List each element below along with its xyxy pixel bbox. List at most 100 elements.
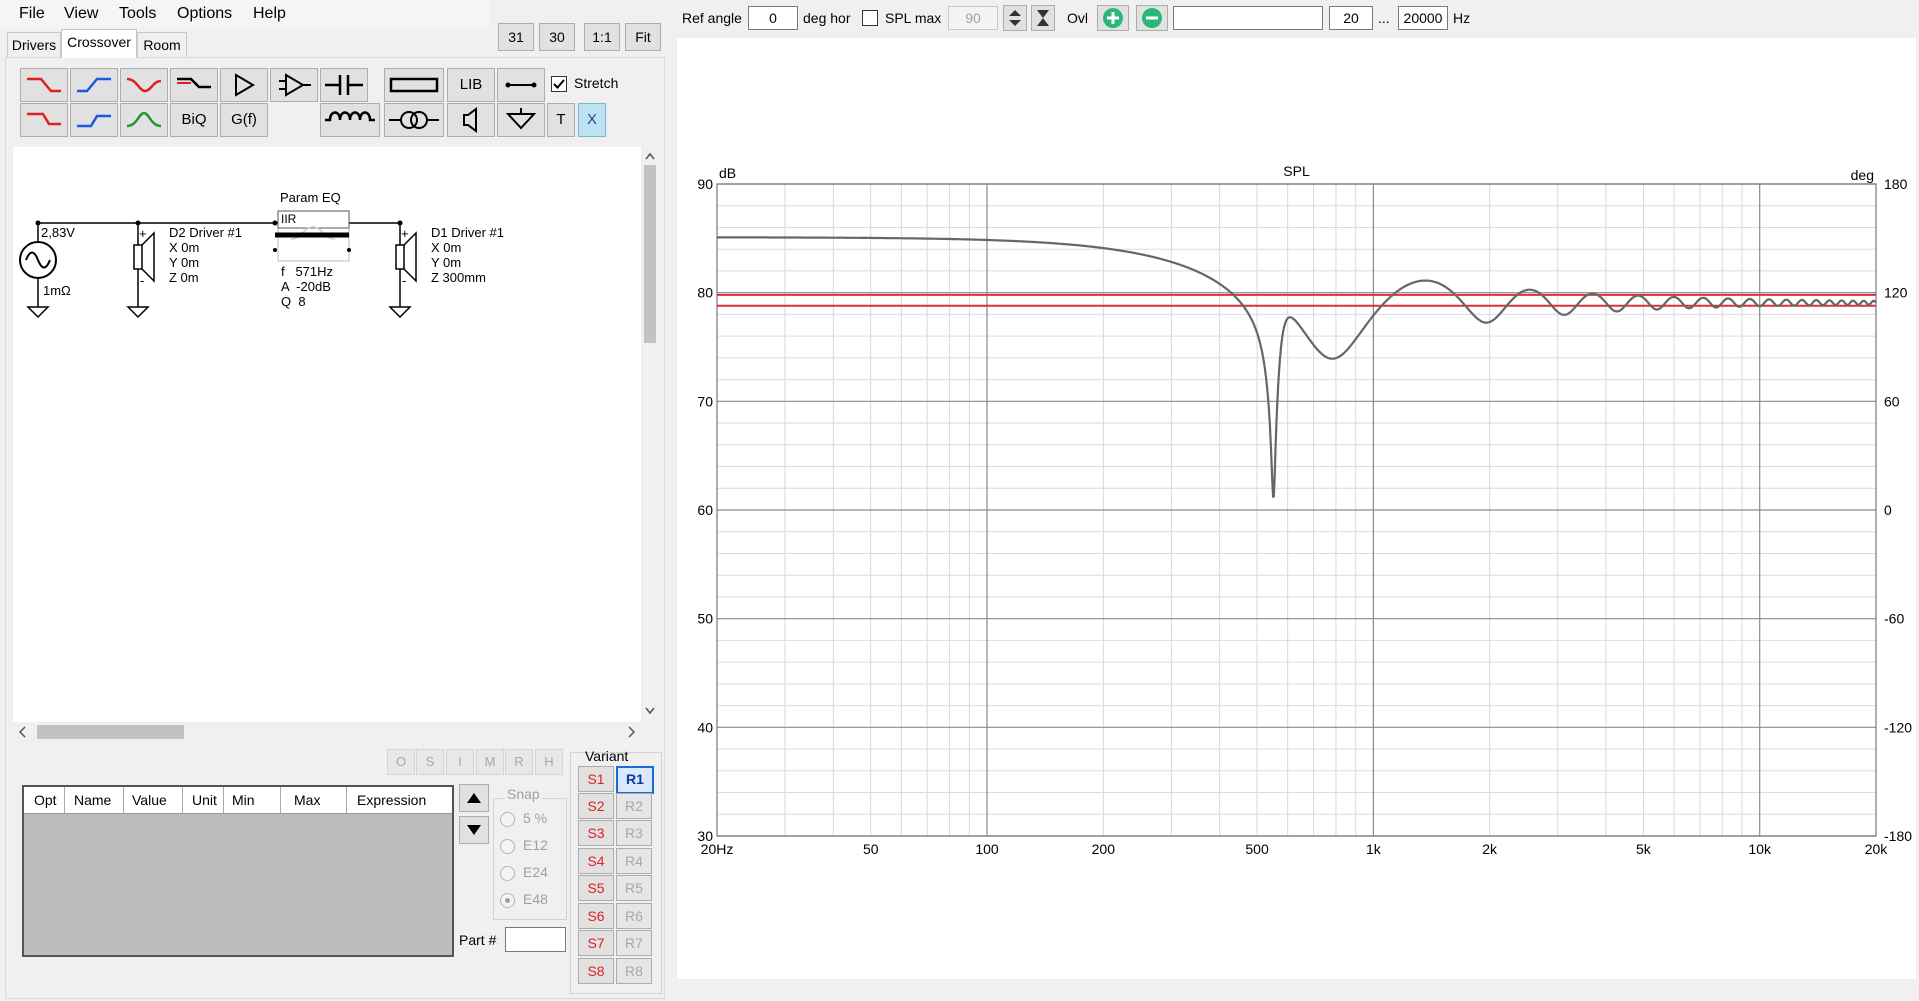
move-up-button[interactable] bbox=[459, 784, 489, 812]
col-value[interactable]: Value bbox=[132, 792, 167, 808]
lowpass-red-tool[interactable] bbox=[20, 68, 68, 102]
col-min[interactable]: Min bbox=[232, 792, 255, 808]
opt-m-button[interactable]: M bbox=[476, 749, 504, 775]
menu-file[interactable]: File bbox=[19, 5, 45, 23]
spl-chart[interactable]: 20Hz 50 100 200 500 1k 2k 5k 10k 20k 304050607080… bbox=[677, 38, 1916, 979]
opt-i-button[interactable]: I bbox=[446, 749, 474, 775]
spl-max-input[interactable]: 90 bbox=[948, 6, 998, 30]
variant-s1-button[interactable]: S1 bbox=[578, 766, 614, 792]
opt-r-button[interactable]: R bbox=[505, 749, 533, 775]
schematic-canvas[interactable]: + - + - 2,83V 1mΩ D2 Driver #1 X 0m Y 0m Z… bbox=[13, 147, 641, 722]
freq-min-input[interactable]: 20 bbox=[1329, 6, 1373, 30]
variant-s5-button[interactable]: S5 bbox=[578, 875, 614, 901]
snap-e12-radio[interactable]: E12 bbox=[500, 837, 548, 854]
driver2-label[interactable]: D2 Driver #1 X 0m Y 0m Z 0m bbox=[169, 225, 242, 285]
snap-5pct-radio[interactable]: 5 % bbox=[500, 810, 547, 827]
variant-s2-button[interactable]: S2 bbox=[578, 793, 614, 819]
spl-spinner[interactable] bbox=[1003, 5, 1027, 31]
svg-text:+: + bbox=[401, 226, 409, 241]
vertical-scrollbar[interactable] bbox=[641, 147, 659, 722]
resistor-tool[interactable] bbox=[384, 68, 444, 102]
ref-angle-input[interactable]: 0 bbox=[748, 6, 798, 30]
variant-r7-button[interactable]: R7 bbox=[616, 930, 652, 956]
spl-max-label: SPL max bbox=[885, 10, 942, 26]
lowpass-red-tool-2[interactable] bbox=[20, 103, 68, 137]
variant-r4-button[interactable]: R4 bbox=[616, 848, 652, 874]
zoom-fit-button[interactable]: Fit bbox=[625, 23, 661, 51]
col-max[interactable]: Max bbox=[294, 792, 320, 808]
freq-max-input[interactable]: 20000 bbox=[1398, 6, 1448, 30]
col-expression[interactable]: Expression bbox=[357, 792, 426, 808]
opamp-tool[interactable] bbox=[270, 68, 318, 102]
driver1-label[interactable]: D1 Driver #1 X 0m Y 0m Z 300mm bbox=[431, 225, 504, 285]
lib-label: LIB bbox=[459, 76, 483, 93]
variant-s8-button[interactable]: S8 bbox=[578, 958, 614, 984]
horizontal-scrollbar[interactable] bbox=[13, 722, 641, 742]
variant-r3-button[interactable]: R3 bbox=[616, 820, 652, 846]
eq-params[interactable]: f 571Hz A -20dB Q 8 bbox=[281, 264, 333, 309]
biquad-tool[interactable]: BiQ bbox=[170, 103, 218, 137]
eq-gain: A -20dB bbox=[281, 279, 331, 294]
amplifier-tool[interactable] bbox=[220, 68, 268, 102]
transfer-function-tool[interactable]: G(f) bbox=[220, 103, 268, 137]
overlay-add-button[interactable] bbox=[1097, 5, 1129, 31]
variant-s3-button[interactable]: S3 bbox=[578, 820, 614, 846]
shelf-black-tool[interactable] bbox=[170, 68, 218, 102]
zoom-31-button[interactable]: 31 bbox=[498, 23, 534, 51]
ground-tool[interactable] bbox=[497, 103, 545, 137]
radio-circle bbox=[500, 865, 515, 881]
variant-r2-button[interactable]: R2 bbox=[616, 793, 652, 819]
opt-o-button[interactable]: O bbox=[387, 749, 415, 775]
highpass-blue-tool-2[interactable] bbox=[70, 103, 118, 137]
snap-e24-radio[interactable]: E24 bbox=[500, 864, 548, 881]
overlay-remove-button[interactable] bbox=[1136, 5, 1168, 31]
menu-tools[interactable]: Tools bbox=[119, 5, 156, 23]
variant-s6-button[interactable]: S6 bbox=[578, 903, 614, 929]
menu-options[interactable]: Options bbox=[177, 5, 232, 23]
wire-tool[interactable] bbox=[497, 68, 545, 102]
move-down-button[interactable] bbox=[459, 816, 489, 844]
variant-r8-button[interactable]: R8 bbox=[616, 958, 652, 984]
x-label: X bbox=[586, 111, 597, 128]
x-tick-label: 100 bbox=[975, 841, 999, 857]
opt-s-button[interactable]: S bbox=[416, 749, 444, 775]
zoom-1to1-button[interactable]: 1:1 bbox=[584, 23, 620, 51]
library-tool[interactable]: LIB bbox=[447, 68, 495, 102]
parameter-table[interactable]: Opt Name Value Unit Min Max Expression bbox=[22, 785, 454, 957]
bandpass-green-tool[interactable] bbox=[120, 103, 168, 137]
spl-max-checkbox[interactable] bbox=[862, 10, 878, 26]
snap-e48-radio[interactable]: E48 bbox=[500, 891, 548, 908]
variant-r5-button[interactable]: R5 bbox=[616, 875, 652, 901]
menu-help[interactable]: Help bbox=[253, 5, 286, 23]
variant-s4-button[interactable]: S4 bbox=[578, 848, 614, 874]
col-opt[interactable]: Opt bbox=[34, 792, 57, 808]
stretch-label: Stretch bbox=[574, 75, 619, 91]
snap-e24-label: E24 bbox=[523, 864, 548, 880]
part-number-label: Part # bbox=[459, 932, 497, 948]
tab-crossover[interactable]: Crossover bbox=[61, 29, 137, 58]
overlay-name-input[interactable] bbox=[1173, 6, 1323, 30]
col-name[interactable]: Name bbox=[74, 792, 111, 808]
tab-drivers[interactable]: Drivers bbox=[7, 32, 61, 57]
part-number-input[interactable] bbox=[505, 927, 566, 952]
capacitor-tool[interactable] bbox=[320, 68, 368, 102]
col-unit[interactable]: Unit bbox=[192, 792, 217, 808]
spl-auto-button[interactable] bbox=[1031, 5, 1055, 31]
highpass-blue-tool[interactable] bbox=[70, 68, 118, 102]
radio-circle-selected bbox=[500, 892, 515, 908]
menu-view[interactable]: View bbox=[64, 5, 98, 23]
variant-r6-button[interactable]: R6 bbox=[616, 903, 652, 929]
tab-room[interactable]: Room bbox=[137, 32, 187, 57]
opt-h-button[interactable]: H bbox=[535, 749, 563, 775]
bandstop-red-tool[interactable] bbox=[120, 68, 168, 102]
transformer-tool[interactable] bbox=[384, 103, 444, 137]
delete-tool[interactable]: X bbox=[578, 103, 606, 137]
text-tool[interactable]: T bbox=[547, 103, 575, 137]
variant-s7-button[interactable]: S7 bbox=[578, 930, 614, 956]
variant-r1-button[interactable]: R1 bbox=[616, 766, 654, 794]
driver-tool[interactable] bbox=[447, 103, 495, 137]
inductor-tool[interactable] bbox=[320, 103, 380, 137]
zoom-30-button[interactable]: 30 bbox=[539, 23, 575, 51]
stretch-checkbox[interactable] bbox=[551, 76, 567, 92]
spl-chart-panel[interactable]: 20Hz 50 100 200 500 1k 2k 5k 10k 20k 30 40 50 60 70 80… bbox=[677, 38, 1916, 979]
